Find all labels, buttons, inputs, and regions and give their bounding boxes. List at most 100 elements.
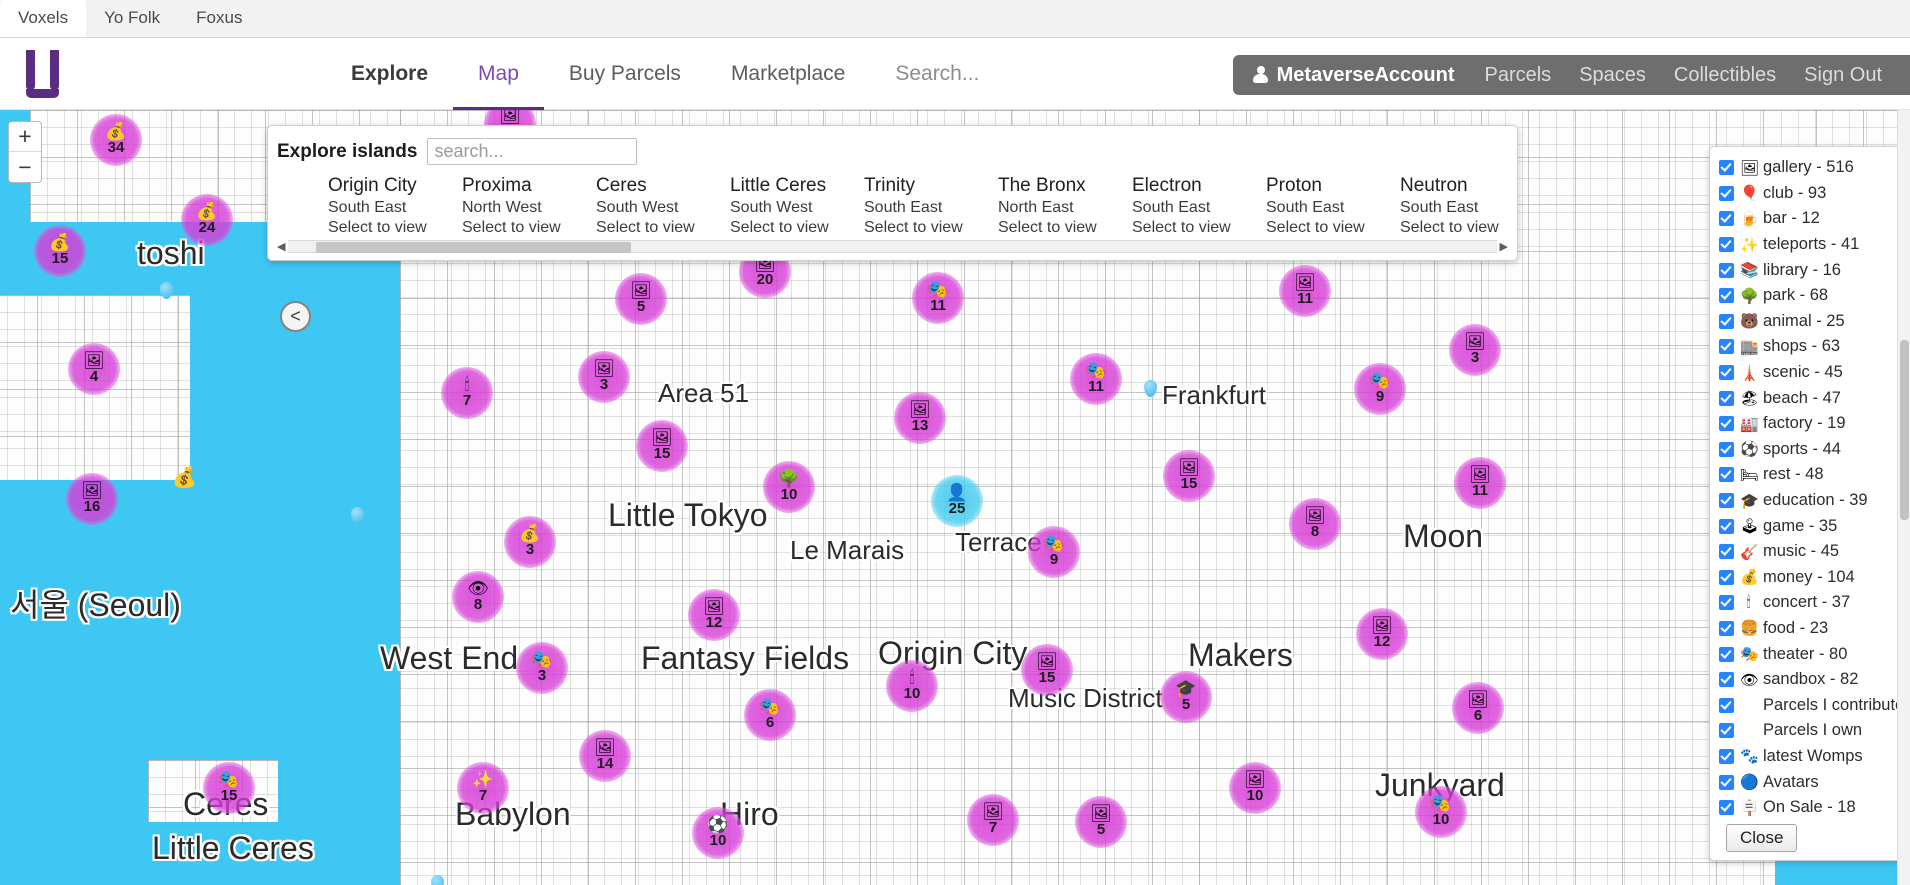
money-cluster[interactable]: 💰 24 <box>181 194 233 246</box>
zoom-out-button[interactable]: − <box>9 152 41 182</box>
money-cluster[interactable]: 💰 34 <box>90 114 142 166</box>
account-link-sign-out[interactable]: Sign Out <box>1790 64 1896 87</box>
legend-checkbox[interactable] <box>1719 672 1734 688</box>
gallery-cluster[interactable]: 🖼 13 <box>894 392 946 444</box>
legend-row[interactable]: 🪧 On Sale - 18 <box>1719 795 1900 821</box>
nav-map[interactable]: Map <box>453 38 544 110</box>
legend-checkbox[interactable] <box>1719 569 1734 585</box>
legend-row[interactable]: 🎓 education - 39 <box>1719 488 1900 514</box>
concert-cluster[interactable]: 🕯 7 <box>441 367 493 419</box>
legend-row[interactable]: 🍔 food - 23 <box>1719 616 1900 642</box>
avatar-marker[interactable] <box>351 507 364 524</box>
gallery-cluster[interactable]: 🖼 16 <box>66 473 118 525</box>
legend-row[interactable]: 🏖 beach - 47 <box>1719 385 1900 411</box>
sports-cluster[interactable]: ⚽ 10 <box>692 807 744 859</box>
avatar-cluster[interactable]: 👤 25 <box>931 475 983 527</box>
gallery-cluster[interactable]: 🖼 3 <box>578 351 630 403</box>
gallery-cluster[interactable]: 🖼 5 <box>615 273 667 325</box>
money-cluster[interactable]: 💰 3 <box>504 516 556 568</box>
legend-checkbox[interactable] <box>1719 748 1734 764</box>
legend-row[interactable]: 🎭 theater - 80 <box>1719 641 1900 667</box>
legend-checkbox[interactable] <box>1719 390 1734 406</box>
legend-row[interactable]: 🐻 animal - 25 <box>1719 309 1900 335</box>
gallery-cluster[interactable]: 🖼 6 <box>1452 682 1504 734</box>
legend-checkbox[interactable] <box>1719 723 1734 739</box>
legend-checkbox[interactable] <box>1719 441 1734 457</box>
legend-checkbox[interactable] <box>1719 185 1734 201</box>
account-link-collectibles[interactable]: Collectibles <box>1660 64 1790 87</box>
theater-cluster[interactable]: 🎭 11 <box>912 272 964 324</box>
theater-cluster[interactable]: 🎭 6 <box>744 689 796 741</box>
gallery-cluster[interactable]: 🖼 14 <box>579 730 631 782</box>
theater-cluster[interactable]: 🎭 3 <box>516 642 568 694</box>
island-item[interactable]: Ceres South West Select to view <box>596 175 730 237</box>
gallery-cluster[interactable]: 🖼 12 <box>1356 608 1408 660</box>
legend-row[interactable]: 🐾 latest Womps <box>1719 744 1900 770</box>
gallery-cluster[interactable]: 🖼 12 <box>688 589 740 641</box>
islands-scroll-track[interactable] <box>288 240 1497 253</box>
island-item[interactable]: Trinity South East Select to view <box>864 175 998 237</box>
account-name[interactable]: MetaverseAccount <box>1252 64 1471 87</box>
theater-cluster[interactable]: 🎭 9 <box>1354 363 1406 415</box>
sandbox-cluster[interactable]: 👁 8 <box>452 571 504 623</box>
gallery-cluster[interactable]: 🖼 5 <box>1075 796 1127 848</box>
nav-marketplace[interactable]: Marketplace <box>706 38 870 110</box>
legend-row[interactable]: 🎸 music - 45 <box>1719 539 1900 565</box>
legend-checkbox[interactable] <box>1719 493 1734 509</box>
scrollbar-thumb[interactable] <box>1900 340 1909 520</box>
legend-checkbox[interactable] <box>1719 416 1734 432</box>
legend-checkbox[interactable] <box>1719 313 1734 329</box>
account-link-spaces[interactable]: Spaces <box>1565 64 1660 87</box>
legend-row[interactable]: 🏭 factory - 19 <box>1719 411 1900 437</box>
gallery-cluster[interactable]: 🖼 15 <box>1163 450 1215 502</box>
park-cluster[interactable]: 🌳 10 <box>763 461 815 513</box>
island-item[interactable]: Little Ceres South West Select to view <box>730 175 864 237</box>
gallery-cluster[interactable]: 🖼 3 <box>1449 324 1501 376</box>
teleports-cluster[interactable]: ✨ 7 <box>457 762 509 814</box>
legend-row[interactable]: 👁 sandbox - 82 <box>1719 667 1900 693</box>
nav-buy-parcels[interactable]: Buy Parcels <box>544 38 706 110</box>
legend-checkbox[interactable] <box>1719 339 1734 355</box>
legend-row[interactable]: 🕹 game - 35 <box>1719 513 1900 539</box>
islands-horizontal-scrollbar[interactable]: ◀ ▶ <box>277 239 1508 254</box>
gallery-cluster[interactable]: 🖼 15 <box>1021 644 1073 696</box>
legend-checkbox[interactable] <box>1719 595 1734 611</box>
legend-checkbox[interactable] <box>1719 518 1734 534</box>
theater-cluster[interactable]: 🎭 10 <box>1415 786 1467 838</box>
gallery-cluster[interactable]: 🖼 10 <box>1229 762 1281 814</box>
education-cluster[interactable]: 🎓 5 <box>1160 671 1212 723</box>
legend-row[interactable]: 🕯 concert - 37 <box>1719 590 1900 616</box>
legend-row[interactable]: ⚽ sports - 44 <box>1719 437 1900 463</box>
avatar-marker[interactable] <box>431 875 444 885</box>
voxels-logo[interactable] <box>22 49 66 98</box>
island-search-input[interactable] <box>427 138 638 165</box>
legend-row[interactable]: 📚 library - 16 <box>1719 257 1900 283</box>
legend-row[interactable]: Parcels I own <box>1719 718 1900 744</box>
island-item[interactable]: Electron South East Select to view <box>1132 175 1266 237</box>
legend-checkbox[interactable] <box>1719 697 1734 713</box>
legend-row[interactable]: 🍺 bar - 12 <box>1719 206 1900 232</box>
theater-cluster[interactable]: 🎭 11 <box>1070 353 1122 405</box>
legend-checkbox[interactable] <box>1719 646 1734 662</box>
concert-cluster[interactable]: 🕯 10 <box>886 660 938 712</box>
legend-close-button[interactable]: Close <box>1726 824 1798 853</box>
legend-row[interactable]: 🌳 park - 68 <box>1719 283 1900 309</box>
legend-row[interactable]: 🏬 shops - 63 <box>1719 334 1900 360</box>
legend-checkbox[interactable] <box>1719 262 1734 278</box>
legend-row[interactable]: 🛏 rest - 48 <box>1719 462 1900 488</box>
zoom-in-button[interactable]: + <box>9 122 41 152</box>
legend-checkbox[interactable] <box>1719 800 1734 816</box>
legend-checkbox[interactable] <box>1719 774 1734 790</box>
nav-explore[interactable]: Explore <box>326 38 453 110</box>
theater-cluster[interactable]: 🎭 15 <box>203 762 255 814</box>
island-item[interactable]: Proton South East Select to view <box>1266 175 1400 237</box>
theater-cluster[interactable]: 🎭 9 <box>1028 526 1080 578</box>
money-cluster[interactable]: 💰 15 <box>34 225 86 277</box>
account-link-parcels[interactable]: Parcels <box>1470 64 1565 87</box>
legend-row[interactable]: ✨ teleports - 41 <box>1719 232 1900 258</box>
island-item[interactable]: Proxima North West Select to view <box>462 175 596 237</box>
scroll-right-arrow-icon[interactable]: ▶ <box>1500 240 1508 253</box>
legend-checkbox[interactable] <box>1719 467 1734 483</box>
legend-row[interactable]: 🔵 Avatars <box>1719 769 1900 795</box>
browser-tab-foxus[interactable]: Foxus <box>178 0 260 37</box>
